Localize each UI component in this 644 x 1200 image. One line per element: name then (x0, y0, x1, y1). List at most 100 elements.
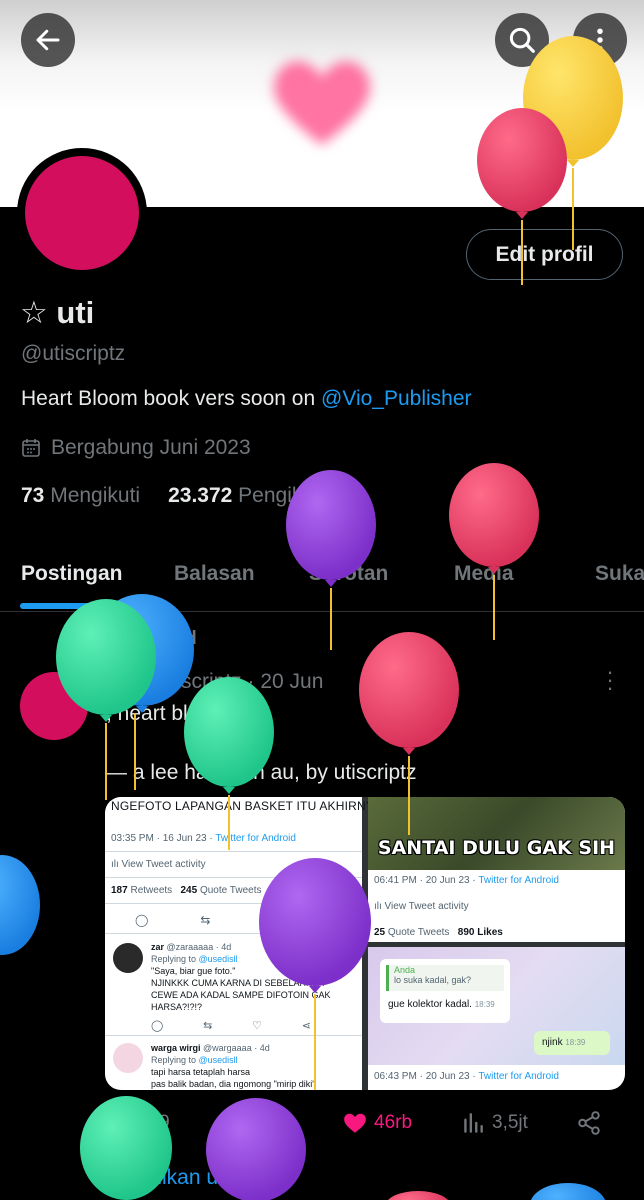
tab-media[interactable]: Media (454, 562, 514, 586)
views-chart-icon (464, 1113, 483, 1133)
heart-decoration (274, 61, 370, 145)
reply-icon: ◯ (151, 1020, 164, 1032)
media1-activity: ılı View Tweet activity (111, 859, 206, 870)
bio-mention-link[interactable]: @Vio_Publisher (321, 387, 472, 410)
reply1-replying: Replying to (151, 954, 199, 964)
back-button[interactable] (21, 13, 75, 67)
followers-link[interactable]: 23.372 Pengikut (168, 484, 320, 508)
edit-profile-button[interactable]: Edit profil (466, 229, 623, 280)
joined-text: Bergabung Juni 2023 (51, 436, 251, 459)
repost-icon (62, 630, 78, 648)
media1-client: Twitter for Android (215, 833, 296, 844)
retweet-icon: ⇆ (203, 1020, 213, 1032)
media1-sep (105, 877, 362, 878)
chat-reply: njink (542, 1037, 563, 1048)
post-author-name[interactable]: uti (106, 670, 132, 693)
arrow-left-icon (36, 29, 60, 51)
media-image-1[interactable]: NGEFOTO LAPANGAN BASKET ITU AKHIRNYA MOT… (105, 797, 542, 1090)
chat-quote-text: lo suka kadal, gak? (394, 975, 472, 985)
tab-posts[interactable]: Postingan (21, 562, 123, 586)
media1-qt-count: 245 (180, 885, 198, 896)
tab-highlights[interactable]: Sorotan (309, 562, 388, 586)
reply-icon (108, 1113, 129, 1134)
media3-client: Twitter for Android (478, 1071, 559, 1082)
media-image-2[interactable]: SANTAI DULU GAK SIH 06:41 PM · 20 Jun 23… (368, 797, 625, 942)
following-link[interactable]: 73 Mengikuti (21, 484, 140, 508)
heart-filled-icon (344, 1113, 366, 1133)
search-button[interactable] (495, 13, 549, 67)
reply2-text2: pas balik badan, dia ngomong "mirip diki… (151, 1079, 316, 1089)
media2-activity: ılı View Tweet activity (374, 901, 469, 912)
like-icon: ♡ (252, 1020, 262, 1032)
media2-time-text: 06:41 PM · 20 Jun 23 · (374, 875, 479, 886)
reply1-text2: NJINKKK CUMA KARNA DI SEBELAHNYA (151, 978, 324, 988)
followers-label: Pengikut (238, 484, 320, 507)
tab-replies[interactable]: Balasan (174, 562, 255, 586)
post-media-grid[interactable]: NGEFOTO LAPANGAN BASKET ITU AKHIRNYA MOT… (105, 797, 625, 1090)
reply1-text3: CEWE ADA KADAL SAMPE DIFOTOIN GAK (151, 990, 331, 1000)
reply1-action-icons: ◯ ⇆ ♡ ⋖ (151, 1019, 311, 1032)
like-icon: ♡ (262, 913, 274, 927)
repost-button[interactable]: 20rb (226, 1110, 296, 1136)
following-count: 73 (21, 484, 45, 507)
post-text-line1: ; heart bloom (106, 702, 229, 725)
media1-sep (105, 1035, 362, 1036)
reply-icon: ◯ (135, 913, 149, 927)
share-icon: ⋖ (301, 1020, 311, 1032)
more-options-button[interactable] (573, 13, 627, 67)
tab-likes[interactable]: Suka (595, 562, 644, 586)
media1-sep (105, 851, 362, 852)
views-count: 3,5jt (492, 1112, 528, 1133)
media1-action-icons: ◯ ⇆ ♡ ⋖ (135, 913, 335, 927)
media1-likes: 1.6K (269, 885, 291, 896)
media1-stats: 187 Retweets 245 Quote Tweets 1.6K (111, 885, 291, 896)
chat-bubble-right: njink 18:39 (534, 1031, 610, 1055)
joined-date: Bergabung Juni 2023 (21, 436, 251, 460)
media-image-3[interactable]: gue kolektor kadal. 18:39 Anda lo suka k… (368, 947, 625, 1090)
post-avatar[interactable] (20, 672, 88, 740)
followers-count: 23.372 (168, 484, 233, 507)
media2-time: 06:41 PM · 20 Jun 23 · Twitter for Andro… (374, 875, 559, 886)
balloon-red-bottom (388, 1191, 448, 1200)
media1-sep (105, 903, 362, 904)
post-more-icon[interactable]: · · · (600, 661, 620, 699)
follow-stats: 73 Mengikuti 23.372 Pengikut (21, 484, 320, 508)
reply-button[interactable]: 379 (106, 1110, 170, 1136)
share-icon: ⋖ (324, 913, 335, 927)
repost-icon (229, 1112, 249, 1134)
share-button[interactable] (576, 1110, 602, 1136)
display-name: ☆ uti (20, 295, 95, 330)
chat-message: gue kolektor kadal. (388, 999, 472, 1010)
profile-bio: Heart Bloom book vers soon on @Vio_Publi… (21, 387, 472, 411)
bio-text: Heart Bloom book vers soon on (21, 387, 321, 410)
reply2-replying: Replying to (151, 1055, 199, 1065)
show-thread-link[interactable]: Tampilkan utas ini (106, 1166, 273, 1190)
reply2-user: warga wirgi (151, 1043, 201, 1053)
post-actions: 379 20rb 46rb 3,5jt (106, 1106, 626, 1142)
meme-photo (368, 797, 625, 870)
repost-label: uti reposted (88, 628, 197, 649)
like-button[interactable]: 46rb (342, 1110, 412, 1136)
views-button[interactable]: 3,5jt (460, 1110, 528, 1136)
post-header: uti @utiscriptz · 20 Jun (106, 670, 323, 694)
chat-time: 18:39 (474, 1000, 495, 1009)
repost-count: 20rb (258, 1112, 297, 1133)
reply2-avatar (113, 1043, 143, 1073)
media3-time-text: 06:43 PM · 20 Jun 23 · (374, 1071, 479, 1082)
reply1-text1: "Saya, biar gue foto." (151, 966, 236, 976)
media2-client: Twitter for Android (478, 875, 559, 886)
avatar[interactable] (25, 156, 139, 270)
balloon-blue-bottom (531, 1183, 605, 1200)
active-tab-indicator (20, 603, 124, 609)
repost-indicator[interactable]: uti reposted (60, 628, 197, 650)
meme-caption: SANTAI DULU GAK SIH (377, 837, 616, 859)
more-vertical-icon (597, 28, 603, 52)
reply2-to: @usedisll (198, 1055, 238, 1065)
reply1-handle: @zaraaaaa · 4d (166, 942, 232, 952)
chat-quote-name: Anda (394, 965, 416, 975)
media2-qt-count: 25 (374, 927, 386, 938)
reply2: warga wirgi @wargaaaa · 4d Replying to @… (151, 1042, 315, 1090)
reply1-text4: HARSA?!?!? (151, 1002, 203, 1012)
like-count: 46rb (374, 1112, 413, 1133)
reply2-handle: @wargaaaa · 4d (203, 1043, 270, 1053)
